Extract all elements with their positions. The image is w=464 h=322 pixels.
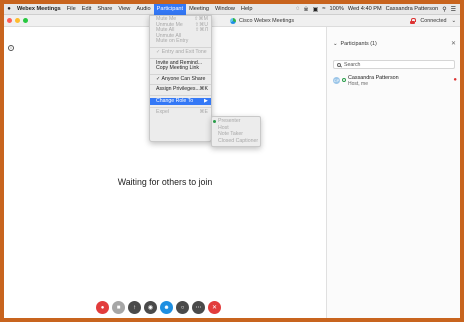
more-icon: ⋯ (195, 304, 202, 311)
participant-menu: Mute Me ⇧⌘M Unmute Me ⇧⌘U Mute All ⇧⌘Л U… (149, 15, 212, 142)
search-input[interactable] (344, 61, 454, 68)
menu-item-expel[interactable]: Expel ⌘E (150, 108, 211, 116)
participant-role: Host, me (348, 81, 369, 87)
display-icon[interactable]: ▣ (313, 6, 319, 13)
role-label: Note Taker (218, 131, 243, 137)
menu-item-label: Expel (156, 108, 169, 115)
video-icon: ■ (116, 304, 121, 311)
webex-status-icon[interactable]: ◌ (296, 6, 300, 12)
clock[interactable]: Wed 4:40 PM (348, 6, 382, 12)
status-area: ◌ ※ ▣ ≈ 100% Wed 4:40 PM Cassandra Patte… (296, 6, 460, 13)
menu-bar: ● Webex Meetings File Edit Share View Au… (4, 4, 460, 15)
mute-button[interactable]: ● (96, 301, 109, 314)
app-frame: ● Webex Meetings File Edit Share View Au… (4, 4, 460, 318)
start-video-button[interactable]: ■ (112, 301, 125, 314)
menu-edit[interactable]: Edit (79, 4, 95, 15)
menu-help[interactable]: Help (238, 4, 256, 15)
close-panel-button[interactable]: ✕ (451, 40, 456, 47)
menu-item-label: Assign Privileges... (156, 86, 200, 93)
menu-item-mute-on-entry[interactable]: Mute on Entry (150, 39, 211, 45)
menu-divider (150, 106, 211, 108)
waiting-message: Waiting for others to join (117, 177, 213, 187)
apple-icon[interactable]: ● (4, 6, 14, 12)
role-label: Host (218, 124, 229, 131)
chat-button[interactable]: ○ (176, 301, 189, 314)
role-label: Closed Captioner (218, 137, 259, 144)
control-center-icon[interactable]: ☰ (451, 6, 456, 13)
menu-app-name[interactable]: Webex Meetings (14, 4, 64, 15)
menu-divider (150, 84, 211, 86)
window-title: Cisco Webex Meetings (230, 15, 294, 27)
participants-button[interactable]: ☻ (160, 301, 173, 314)
menu-divider (150, 73, 211, 75)
muted-microphone-icon[interactable]: ● (453, 77, 457, 83)
spotlight-icon[interactable]: ⚲ (442, 6, 446, 13)
menu-item-shortcut: ⌘K (199, 86, 208, 93)
participant-row[interactable]: CP Cassandra Patterson Host, me ● (333, 75, 457, 89)
submenu-arrow-icon: ▶ (204, 97, 208, 104)
menu-meeting[interactable]: Meeting (186, 4, 212, 15)
user-name[interactable]: Cassandra Patterson (386, 6, 439, 12)
close-icon: ✕ (211, 304, 218, 311)
meeting-controls: ● ■ ↑ ◉ ☻ ○ ⋯ ✕ (96, 301, 221, 314)
participants-title: Participants (1) (340, 41, 377, 47)
bluetooth-icon[interactable]: ※ (304, 6, 309, 13)
connection-status[interactable]: Connected ⌄ (410, 15, 456, 27)
record-button[interactable]: ◉ (144, 301, 157, 314)
participant-search[interactable] (333, 60, 455, 69)
role-label: Presenter (218, 118, 241, 124)
menu-audio[interactable]: Audio (133, 4, 153, 15)
menu-divider (150, 94, 211, 96)
lock-icon[interactable] (410, 18, 417, 24)
search-icon (337, 62, 341, 67)
menu-window[interactable]: Window (212, 4, 238, 15)
avatar: CP (333, 77, 340, 84)
menu-item-label: Mute on Entry (156, 38, 189, 45)
selected-radio-icon (213, 119, 216, 123)
webex-logo-icon (230, 18, 236, 24)
connection-status-text[interactable]: Connected (420, 15, 446, 27)
change-role-submenu: Presenter Host Note Taker Closed Caption… (211, 116, 261, 147)
window-titlebar: Cisco Webex Meetings Connected ⌄ (4, 15, 460, 27)
menu-item-assign-privileges[interactable]: Assign Privileges... ⌘K (150, 87, 211, 93)
microphone-icon: ● (100, 304, 105, 311)
close-window-button[interactable] (7, 18, 12, 23)
share-button[interactable]: ↑ (128, 301, 141, 314)
menu-divider (150, 46, 211, 48)
menu-item-copy-meeting-link[interactable]: Copy Meeting Link (150, 65, 211, 72)
share-icon: ↑ (133, 304, 136, 311)
more-options-button[interactable]: ⋯ (192, 301, 205, 314)
menu-item-label: ✓ Anyone Can Share (156, 75, 206, 82)
person-icon: ☻ (163, 304, 170, 311)
menu-view[interactable]: View (115, 4, 133, 15)
wifi-icon[interactable]: ≈ (322, 6, 325, 12)
menu-item-label: Copy Meeting Link (156, 65, 199, 72)
record-icon: ◉ (147, 304, 154, 311)
participants-panel: ⌄ Participants (1) ✕ CP Cassandra Patter… (326, 27, 460, 318)
chat-icon: ○ (180, 304, 185, 311)
info-icon[interactable]: i (8, 45, 14, 51)
menu-item-label: ✓ Entry and Exit Tone (156, 48, 207, 55)
host-icon (342, 78, 346, 82)
menu-divider (150, 57, 211, 59)
battery-percent[interactable]: 100% (330, 6, 344, 12)
menu-item-anyone-can-share[interactable]: ✓ Anyone Can Share (150, 75, 211, 83)
menu-participant[interactable]: Participant (153, 4, 187, 15)
menu-item-shortcut: ⌘E (199, 108, 208, 115)
window-controls (7, 18, 28, 23)
end-meeting-button[interactable]: ✕ (208, 301, 221, 314)
menu-item-label: Change Role To (156, 97, 194, 104)
menu-share[interactable]: Share (94, 4, 115, 15)
menu-item-entry-exit-tone[interactable]: ✓ Entry and Exit Tone (150, 48, 211, 56)
menu-item-change-role[interactable]: Change Role To ▶ (150, 97, 211, 105)
chevron-down-icon[interactable]: ⌄ (451, 15, 456, 27)
zoom-window-button[interactable] (23, 18, 28, 23)
role-closed-captioner[interactable]: Closed Captioner (212, 138, 260, 145)
window-title-text: Cisco Webex Meetings (239, 18, 295, 24)
collapse-chevron-icon[interactable]: ⌄ (333, 41, 338, 47)
menu-file[interactable]: File (64, 4, 79, 15)
minimize-window-button[interactable] (15, 18, 20, 23)
participants-header[interactable]: ⌄ Participants (1) (333, 41, 377, 47)
